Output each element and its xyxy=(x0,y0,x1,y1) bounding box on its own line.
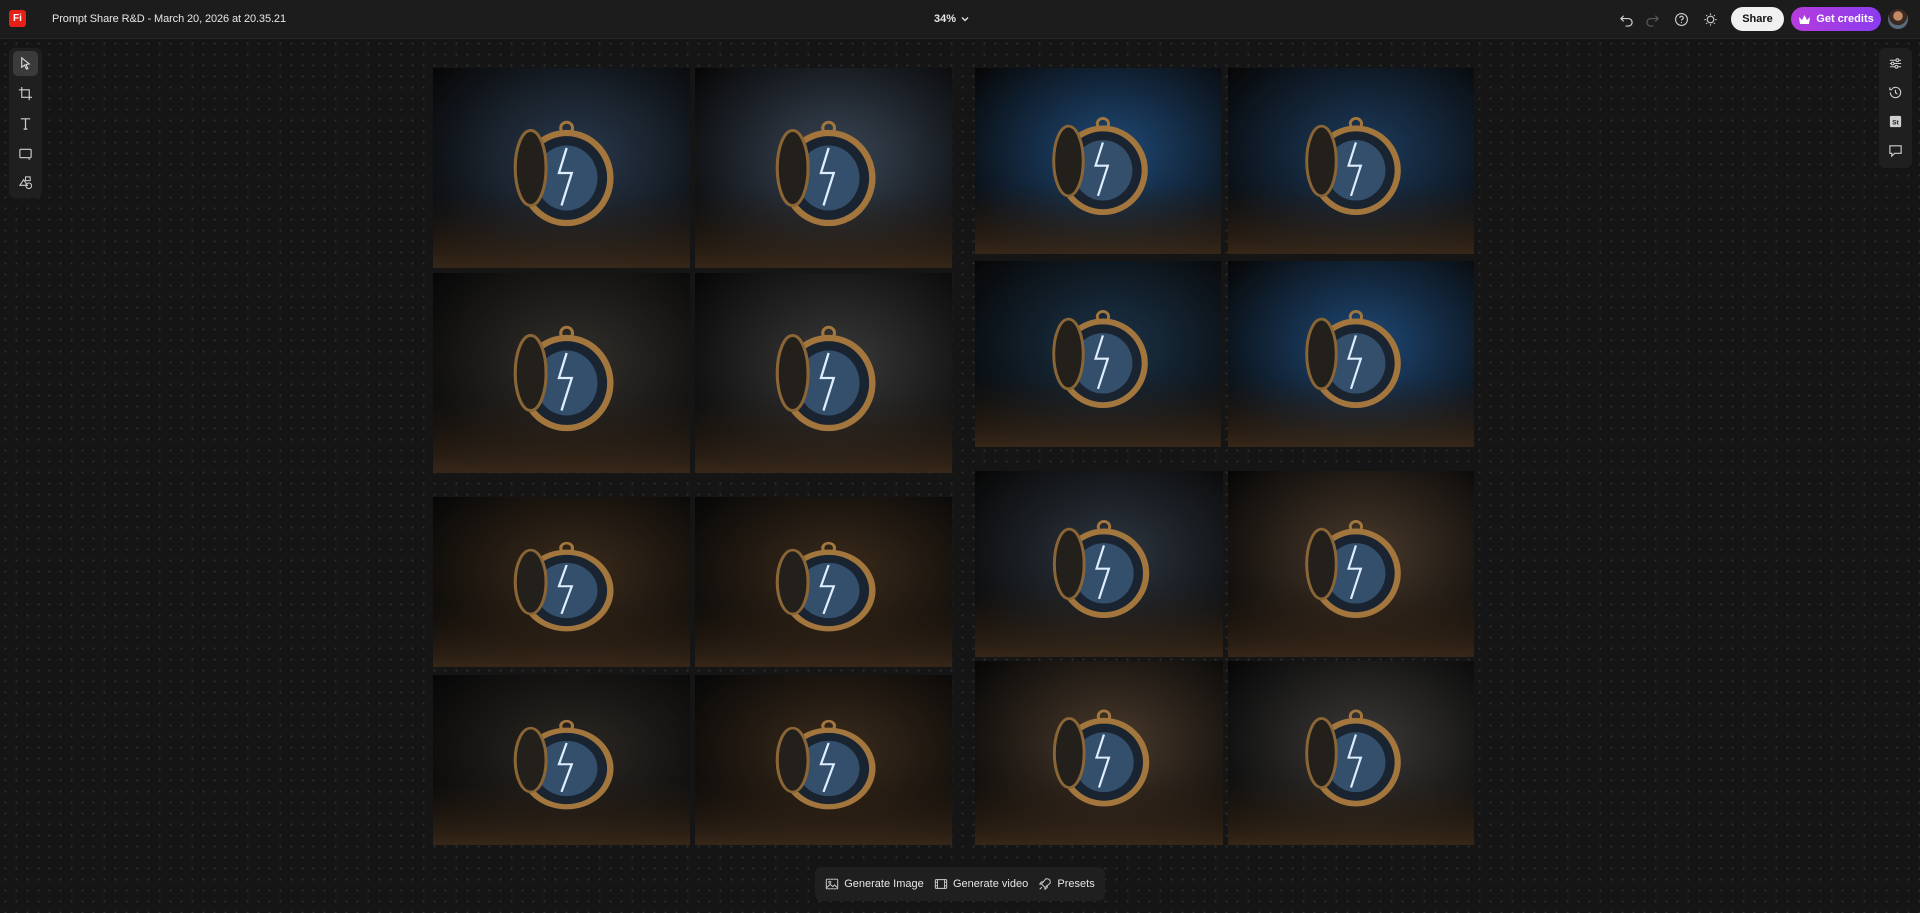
pocket-watch-image xyxy=(433,273,690,473)
pocket-watch-image xyxy=(1228,661,1474,845)
pocket-watch-image xyxy=(695,675,952,845)
pocket-watch-image xyxy=(695,273,952,473)
generate-bar: Generate Image Generate video Presets xyxy=(815,867,1105,901)
pocket-watch-image xyxy=(433,497,690,667)
shapes-generate-icon xyxy=(18,176,33,190)
rectangle-icon xyxy=(19,148,32,160)
image-tile[interactable] xyxy=(695,68,952,268)
image-tile[interactable] xyxy=(1228,261,1474,447)
document-title[interactable]: Prompt Share R&D - March 20, 2026 at 20.… xyxy=(52,13,286,25)
chevron-down-icon xyxy=(961,17,969,22)
pocket-watch-image xyxy=(1228,68,1474,254)
artboard-icon xyxy=(18,86,33,101)
zoom-level: 34% xyxy=(934,13,957,25)
get-credits-label: Get credits xyxy=(1816,13,1874,25)
image-tile[interactable] xyxy=(433,497,690,667)
generate-video-label: Generate video xyxy=(952,878,1029,890)
image-tile[interactable] xyxy=(433,675,690,845)
presets-button[interactable]: Presets xyxy=(1038,877,1095,891)
image-tile[interactable] xyxy=(1228,471,1474,657)
pocket-watch-image xyxy=(433,68,690,268)
image-tile[interactable] xyxy=(1228,661,1474,845)
comments-button[interactable] xyxy=(1883,138,1908,163)
image-tile[interactable] xyxy=(695,675,952,845)
image-tile[interactable] xyxy=(975,261,1221,447)
history-icon xyxy=(1889,86,1902,99)
stock-label: St xyxy=(1892,119,1899,126)
artboard-tool-button[interactable] xyxy=(13,81,38,106)
share-button[interactable]: Share xyxy=(1731,7,1784,31)
shape-tool-button[interactable] xyxy=(13,141,38,166)
help-icon[interactable] xyxy=(1672,10,1690,28)
generate-fill-tool-button[interactable] xyxy=(13,170,38,195)
top-bar: Fi Prompt Share R&D - March 20, 2026 at … xyxy=(0,0,1920,39)
image-tile[interactable] xyxy=(433,68,690,268)
comment-icon xyxy=(1889,145,1902,158)
pocket-watch-image xyxy=(695,497,952,667)
image-tile[interactable] xyxy=(975,471,1223,657)
generate-image-button[interactable]: Generate Image xyxy=(825,877,924,891)
image-tile[interactable] xyxy=(975,661,1223,845)
pocket-watch-image xyxy=(433,675,690,845)
pocket-watch-image xyxy=(975,261,1221,447)
pointer-icon xyxy=(21,56,31,70)
pocket-watch-image xyxy=(975,68,1221,254)
image-tile[interactable] xyxy=(695,497,952,667)
text-icon xyxy=(20,118,31,130)
left-tool-rail xyxy=(9,48,42,198)
pocket-watch-image xyxy=(975,661,1223,845)
stock-button[interactable]: St xyxy=(1883,109,1908,134)
image-icon xyxy=(826,878,839,890)
undo-icon[interactable] xyxy=(1617,10,1635,28)
generate-image-label: Generate Image xyxy=(844,878,924,890)
pocket-watch-image xyxy=(975,471,1223,657)
right-panel-rail: St xyxy=(1879,48,1912,168)
canvas[interactable] xyxy=(0,38,1920,913)
pocket-watch-image xyxy=(1228,471,1474,657)
presets-label: Presets xyxy=(1057,878,1095,890)
rocket-icon xyxy=(1039,878,1052,891)
text-tool-button[interactable] xyxy=(13,111,38,136)
sliders-icon xyxy=(1889,58,1902,69)
history-button[interactable] xyxy=(1883,80,1908,105)
generate-video-button[interactable]: Generate video xyxy=(934,877,1028,891)
film-icon xyxy=(934,879,948,889)
image-tile[interactable] xyxy=(695,273,952,473)
crown-icon xyxy=(1799,14,1811,24)
properties-button[interactable] xyxy=(1883,51,1908,76)
select-tool-button[interactable] xyxy=(13,51,38,76)
app-logo[interactable]: Fi xyxy=(9,10,26,27)
avatar[interactable] xyxy=(1888,9,1908,29)
pocket-watch-image xyxy=(695,68,952,268)
image-tile[interactable] xyxy=(433,273,690,473)
get-credits-button[interactable]: Get credits xyxy=(1791,7,1881,31)
redo-icon[interactable] xyxy=(1643,10,1661,28)
lightbulb-icon[interactable] xyxy=(1701,10,1719,28)
pocket-watch-image xyxy=(1228,261,1474,447)
stock-icon: St xyxy=(1889,115,1902,128)
zoom-dropdown[interactable]: 34% xyxy=(934,10,970,28)
image-tile[interactable] xyxy=(975,68,1221,254)
image-tile[interactable] xyxy=(1228,68,1474,254)
